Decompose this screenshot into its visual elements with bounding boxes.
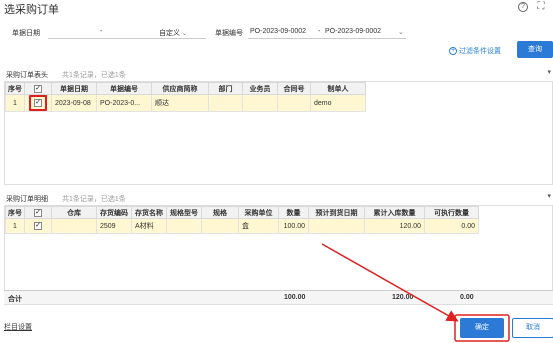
advanced-filter-row: + 过滤条件设置 [0, 43, 553, 57]
col-received[interactable]: 累计入库数量 [364, 206, 425, 219]
header-panel-summary: 共1条记录，已选1条 [62, 72, 126, 79]
row-seq: 1 [5, 218, 25, 234]
select-all-checkbox[interactable]: ✓ [34, 84, 42, 93]
advanced-filter-label: 过滤条件设置 [459, 48, 501, 55]
row-seq: 1 [5, 94, 25, 112]
col-date[interactable]: 单据日期 [51, 82, 97, 95]
chevron-down-icon[interactable]: ⌄ [398, 28, 404, 36]
col-warehouse[interactable]: 仓库 [51, 206, 97, 219]
row-spec [201, 218, 239, 234]
header-table-container: 序号 ✓ 单据日期 单据编号 供应商简称 部门 业务员 合同号 制单人 1 ✓ … [4, 81, 553, 185]
table-row[interactable]: 1 ✓ 2023-09-08 PO-2023-0... 顺达 demo [5, 94, 366, 112]
col-doc-no[interactable]: 单据编号 [96, 82, 152, 95]
maximize-icon[interactable]: ⛶ [536, 2, 546, 12]
highlight-annotation: ✓ [29, 95, 47, 111]
detail-panel-title: 采购订单明细 共1条记录，已选1条 [6, 194, 126, 204]
col-eta[interactable]: 预计到货日期 [308, 206, 365, 219]
col-item-name[interactable]: 存货名称 [131, 206, 167, 219]
col-model[interactable]: 规格型号 [166, 206, 202, 219]
collapse-caret-icon[interactable]: ▾ [547, 192, 551, 200]
date-mode-value: 自定义 [159, 30, 180, 37]
row-contract [277, 94, 311, 112]
row-eta [308, 218, 365, 234]
totals-label: 合计 [8, 296, 22, 303]
advanced-filter-link[interactable]: + 过滤条件设置 [449, 46, 501, 56]
dialog-titlebar: 选采购订单 ? ⛶ [0, 0, 553, 17]
select-all-checkbox[interactable]: ✓ [34, 208, 42, 217]
dialog-title: 选采购订单 [4, 4, 59, 16]
date-separator: - [100, 28, 103, 35]
col-select-all[interactable]: ✓ [24, 206, 52, 219]
table-row[interactable]: 1 ✓ 2509 A材料 盒 100.00 120.00 0.00 [5, 218, 479, 234]
row-model [166, 218, 202, 234]
row-item-name: A材料 [131, 218, 167, 234]
collapse-caret-icon[interactable]: ▾ [547, 68, 551, 76]
select-purchase-order-dialog: 选采购订单 ? ⛶ 单据日期 - 自定义 ⌄ 单据编号 PO-2023-09-00… [0, 0, 553, 343]
row-date: 2023-09-08 [51, 94, 97, 112]
detail-table: 序号 ✓ 仓库 存货编码 存货名称 规格型号 规格 采购单位 数量 预计到货日期… [5, 206, 479, 234]
col-qty[interactable]: 数量 [278, 206, 309, 219]
totals-qty: 100.00 [284, 294, 306, 301]
col-unit[interactable]: 采购单位 [238, 206, 279, 219]
doc-no-to-input[interactable]: PO-2023-09-0002 [325, 28, 381, 35]
col-maker[interactable]: 制单人 [310, 82, 366, 95]
totals-row: 合计 100.00 120.00 0.00 [4, 290, 553, 304]
totals-executable: 0.00 [460, 294, 474, 301]
row-received: 120.00 [364, 218, 425, 234]
col-seq: 序号 [5, 206, 25, 219]
col-seq: 序号 [5, 82, 25, 95]
row-select-cell[interactable]: ✓ [24, 218, 52, 234]
date-range-input[interactable] [48, 38, 206, 39]
row-select-cell[interactable]: ✓ [24, 94, 52, 112]
filter-row: 单据日期 - 自定义 ⌄ 单据编号 PO-2023-09-0002 - PO-20… [0, 24, 553, 40]
col-item-code[interactable]: 存货编码 [96, 206, 132, 219]
row-warehouse[interactable] [51, 218, 97, 234]
row-clerk [242, 94, 278, 112]
col-dept[interactable]: 部门 [208, 82, 243, 95]
doc-no-separator: - [318, 28, 321, 35]
detail-panel-title-text: 采购订单明细 [6, 196, 48, 203]
row-doc-no: PO-2023-0... [96, 94, 152, 112]
row-unit: 盒 [238, 218, 279, 234]
doc-no-label: 单据编号 [215, 30, 243, 37]
row-dept [208, 94, 243, 112]
plus-circle-icon: + [449, 47, 457, 55]
query-button[interactable]: 查询 [517, 41, 553, 58]
detail-panel-summary: 共1条记录，已选1条 [62, 196, 126, 203]
help-icon[interactable]: ? [518, 2, 528, 12]
header-table-header-row: 序号 ✓ 单据日期 单据编号 供应商简称 部门 业务员 合同号 制单人 [5, 82, 366, 95]
col-select-all[interactable]: ✓ [24, 82, 52, 95]
header-table: 序号 ✓ 单据日期 单据编号 供应商简称 部门 业务员 合同号 制单人 1 ✓ … [5, 82, 366, 112]
totals-received: 120.00 [392, 294, 414, 301]
row-qty: 100.00 [278, 218, 309, 234]
ok-button[interactable]: 确定 [460, 318, 504, 338]
doc-no-from-input[interactable]: PO-2023-09-0002 [250, 28, 306, 35]
row-executable: 0.00 [424, 218, 479, 234]
col-spec[interactable]: 规格 [201, 206, 239, 219]
header-panel-title: 采购订单表头 共1条记录，已选1条 [6, 70, 126, 80]
header-panel-title-text: 采购订单表头 [6, 72, 48, 79]
row-supplier: 顺达 [151, 94, 209, 112]
detail-table-header-row: 序号 ✓ 仓库 存货编码 存货名称 规格型号 规格 采购单位 数量 预计到货日期… [5, 206, 479, 219]
row-checkbox[interactable]: ✓ [34, 222, 42, 230]
date-mode-select[interactable]: 自定义 ⌄ [159, 28, 187, 38]
doc-no-underline [248, 38, 406, 39]
row-item-code: 2509 [96, 218, 132, 234]
col-contract[interactable]: 合同号 [277, 82, 311, 95]
chevron-down-icon: ⌄ [182, 31, 188, 37]
column-settings-link[interactable]: 栏目设置 [4, 322, 32, 332]
cancel-button[interactable]: 取消 [512, 318, 553, 338]
date-label: 单据日期 [12, 30, 40, 37]
col-executable[interactable]: 可执行数量 [424, 206, 479, 219]
row-checkbox[interactable]: ✓ [34, 99, 42, 107]
col-clerk[interactable]: 业务员 [242, 82, 278, 95]
row-maker: demo [310, 94, 366, 112]
col-supplier[interactable]: 供应商简称 [151, 82, 209, 95]
